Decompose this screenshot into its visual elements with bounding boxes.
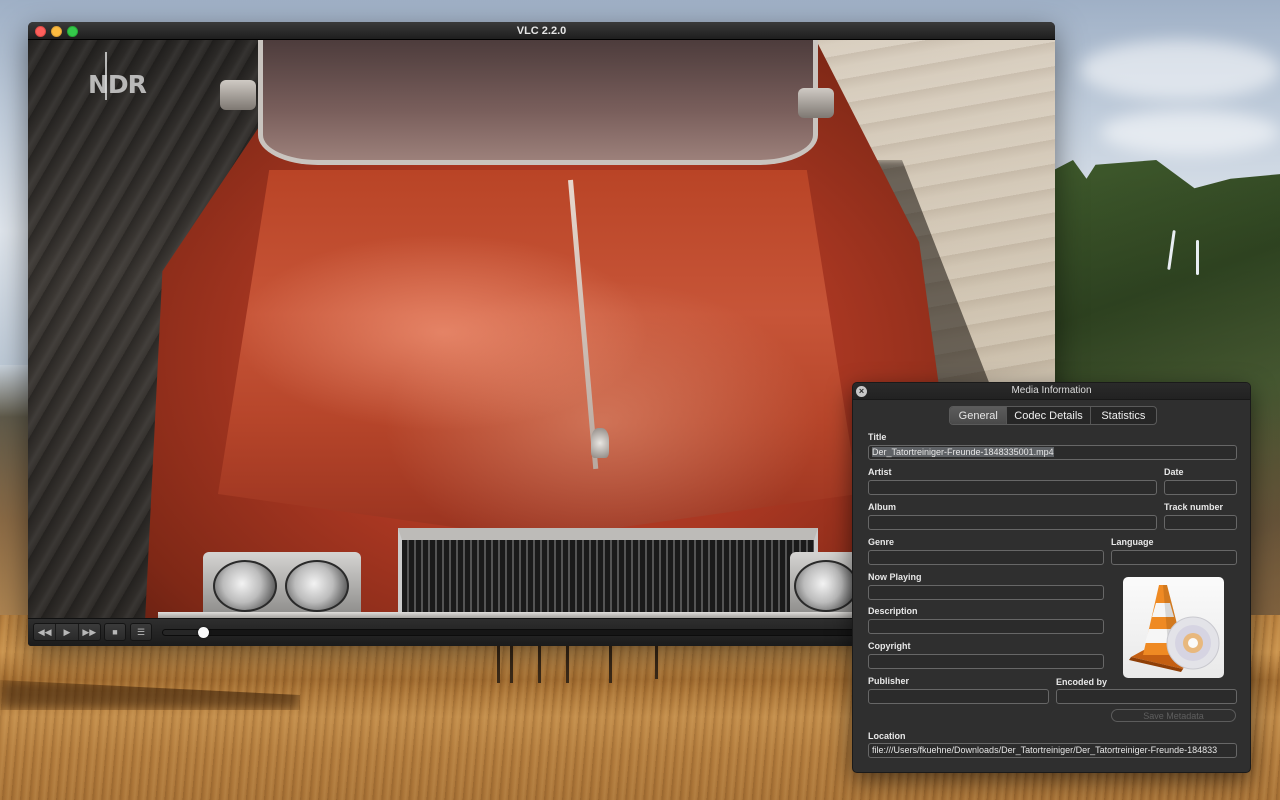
video-car-emblem [591, 428, 609, 458]
language-field[interactable] [1111, 550, 1237, 565]
video-car-grille [398, 528, 818, 618]
track-number-label: Track number [1164, 502, 1224, 512]
stop-icon: ■ [112, 627, 118, 637]
copyright-label: Copyright [868, 641, 911, 651]
date-label: Date [1164, 467, 1184, 477]
album-label: Album [868, 502, 896, 512]
video-car-mirror [220, 80, 256, 110]
video-car-headlights-left [203, 552, 361, 618]
publisher-field[interactable] [868, 689, 1049, 704]
snow-streak [1196, 240, 1199, 275]
video-car-windshield [258, 40, 818, 165]
headlight [213, 560, 277, 612]
tab-general[interactable]: General [950, 407, 1008, 424]
video-car-mirror [798, 88, 834, 118]
album-field[interactable] [868, 515, 1157, 530]
fence-post [497, 645, 500, 683]
fence-post [609, 645, 612, 683]
title-label: Title [868, 432, 887, 442]
album-artwork [1123, 577, 1224, 678]
rewind-button[interactable]: ◀◀ [34, 624, 57, 640]
track-number-field[interactable] [1164, 515, 1237, 530]
fast-forward-button[interactable]: ▶▶ [79, 624, 100, 640]
playlist-button[interactable]: ☰ [130, 623, 152, 641]
rewind-icon: ◀◀ [37, 626, 52, 637]
title-field[interactable]: Der_Tatortreiniger-Freunde-1848335001.mp… [868, 445, 1237, 460]
genre-label: Genre [868, 537, 895, 547]
genre-field[interactable] [868, 550, 1104, 565]
window-titlebar[interactable]: VLC 2.2.0 [28, 22, 1055, 40]
media-information-panel: × Media Information General Codec Detail… [852, 382, 1251, 773]
encoded-by-field[interactable] [1056, 689, 1237, 704]
transport-buttons: ◀◀ ▶ ▶▶ [33, 623, 101, 641]
encoded-by-label: Encoded by [1056, 677, 1108, 687]
play-icon: ▶ [63, 626, 71, 637]
copyright-field[interactable] [868, 654, 1104, 669]
vlc-cone-icon [1129, 585, 1220, 672]
artist-label: Artist [868, 467, 892, 477]
stop-button[interactable]: ■ [104, 623, 126, 641]
location-field[interactable]: file:///Users/fkuehne/Downloads/Der_Tato… [868, 743, 1237, 758]
play-button[interactable]: ▶ [56, 624, 79, 640]
title-value: Der_Tatortreiniger-Freunde-1848335001.mp… [872, 447, 1054, 457]
publisher-label: Publisher [868, 676, 910, 686]
now-playing-field[interactable] [868, 585, 1104, 600]
channel-logo: NDR [88, 70, 147, 99]
mountain-left [0, 365, 30, 625]
video-car-headlights-right [790, 552, 860, 618]
location-label: Location [868, 731, 906, 741]
fence-post [538, 645, 541, 683]
description-label: Description [868, 606, 918, 616]
fence-post [655, 645, 658, 679]
tab-statistics[interactable]: Statistics [1091, 407, 1156, 424]
save-metadata-button[interactable]: Save Metadata [1111, 709, 1236, 722]
now-playing-label: Now Playing [868, 572, 922, 582]
date-field[interactable] [1164, 480, 1237, 495]
cloud [1100, 110, 1280, 155]
artist-field[interactable] [868, 480, 1157, 495]
panel-titlebar[interactable]: × Media Information [853, 383, 1250, 400]
headlight [285, 560, 349, 612]
panel-title: Media Information [1011, 385, 1092, 396]
headlight [794, 560, 858, 612]
fast-forward-icon: ▶▶ [82, 626, 97, 637]
playlist-icon: ☰ [136, 626, 146, 637]
seek-bar-knob[interactable] [197, 627, 209, 638]
tab-bar: General Codec Details Statistics [949, 406, 1157, 425]
window-title: VLC 2.2.0 [516, 25, 567, 37]
cloud [1080, 40, 1280, 100]
fence-post [510, 645, 513, 683]
fence-post [566, 645, 569, 683]
description-field[interactable] [868, 619, 1104, 634]
tab-codec-details[interactable]: Codec Details [1007, 407, 1091, 424]
video-car-hood [218, 170, 858, 530]
language-label: Language [1111, 537, 1154, 547]
